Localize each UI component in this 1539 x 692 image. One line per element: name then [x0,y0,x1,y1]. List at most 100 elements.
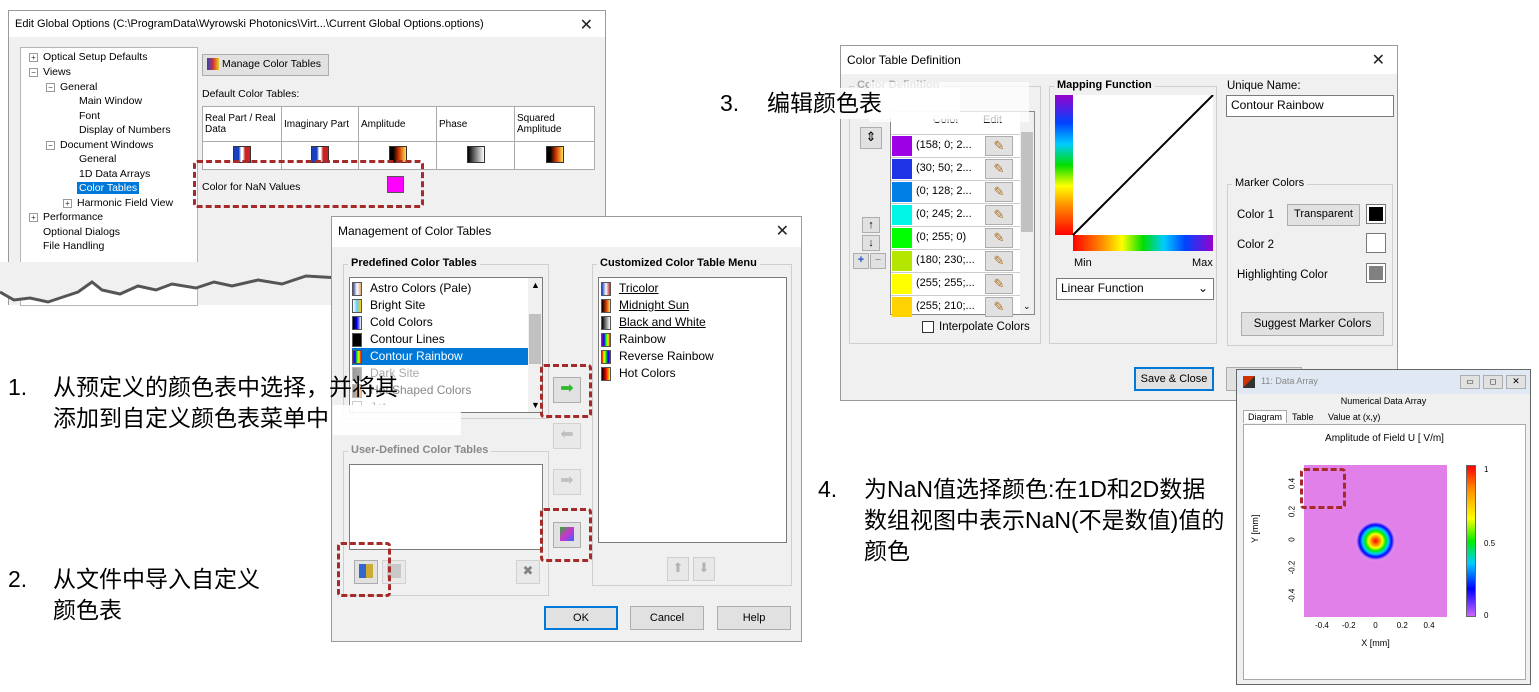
tree-item-main-window[interactable]: Main Window [79,95,142,107]
pencil-icon[interactable]: ✎ [985,205,1013,225]
black-white-swatch[interactable] [466,145,485,163]
list-item-selected[interactable]: Contour Rainbow [352,348,540,365]
color-row[interactable]: (0; 245; 2... ✎ [891,203,1021,226]
unique-name-label: Unique Name: [1227,80,1301,92]
list-item[interactable]: Midnight Sun [601,297,784,314]
minimize-button[interactable]: ▭ [1460,375,1480,389]
tree-item-dw-general[interactable]: General [79,153,116,165]
color-row[interactable]: (180; 230;... ✎ [891,249,1021,272]
move-row-up-button[interactable]: ↑ [862,217,880,233]
copy-to-menu-button[interactable]: ➡ [553,469,581,495]
suggest-marker-colors-button[interactable]: Suggest Marker Colors [1241,312,1384,336]
customized-list[interactable]: Tricolor Midnight Sun Black and White Ra… [598,277,787,543]
tab-value[interactable]: Value at (x,y) [1325,412,1383,422]
delete-button[interactable]: ✖ [516,560,540,584]
pencil-icon[interactable]: ✎ [985,274,1013,294]
user-defined-list[interactable] [349,464,543,550]
color-row[interactable]: (158; 0; 2... ✎ [891,134,1021,157]
expand-icon[interactable]: + [29,52,38,62]
list-item[interactable]: Astro Colors (Pale) [352,280,540,297]
chevron-down-icon[interactable]: ⌄ [1023,301,1031,312]
unique-name-input[interactable]: Contour Rainbow [1226,95,1394,117]
tree-item-views[interactable]: − Views [29,66,71,78]
list-item[interactable]: Tricolor [601,280,784,297]
ok-button[interactable]: OK [544,606,618,630]
collapse-icon[interactable]: − [46,140,55,150]
move-row-down-button[interactable]: ↓ [862,235,880,251]
close-icon[interactable]: ✕ [580,15,593,35]
color-row[interactable]: (255; 255;... ✎ [891,272,1021,295]
y-tick-label: 0.4 [1287,477,1297,490]
pencil-icon[interactable]: ✎ [985,182,1013,202]
scroll-down-icon[interactable]: ▼ [531,400,540,410]
tree-item-optional-dialogs[interactable]: Optional Dialogs [43,226,120,238]
tree-item-document-windows[interactable]: − Document Windows [46,139,153,151]
remove-from-menu-button[interactable]: ⬅ [553,423,581,449]
edit-button-highlight [540,508,592,562]
list-item[interactable]: Bright Site [352,297,540,314]
color-row[interactable]: (0; 255; 0) ✎ [891,226,1021,249]
interpolate-checkbox[interactable]: Interpolate Colors [922,321,1030,333]
color-row[interactable]: (0; 128; 2... ✎ [891,180,1021,203]
annotation-3-number: 3. [720,90,740,116]
color-row[interactable]: (255; 210;... ✎ [891,295,1021,318]
close-icon[interactable]: ✕ [1372,50,1385,70]
pencil-icon[interactable]: ✎ [985,159,1013,179]
list-item[interactable]: Rainbow [601,331,784,348]
color-value: (0; 255; 0) [916,231,967,243]
color-row[interactable]: (30; 50; 2... ✎ [891,157,1021,180]
color2-swatch[interactable] [1366,233,1386,253]
move-down-button[interactable]: ⬇ [693,557,715,581]
save-close-button[interactable]: Save & Close [1134,367,1214,391]
transparent-button[interactable]: Transparent [1287,204,1360,226]
scroll-up-icon[interactable]: ▲ [531,280,540,290]
arrow-left-icon: ⬅ [560,426,574,443]
tree-item-color-tables[interactable]: Color Tables [77,182,140,194]
list-item[interactable]: Reverse Rainbow [601,348,784,365]
color1-swatch[interactable] [1366,204,1386,224]
mapping-function-select[interactable]: Linear Function ⌄ [1056,278,1214,300]
move-up-button[interactable]: ⬆ [667,557,689,581]
col-real-part: Real Part / Real Data [202,106,282,142]
tab-table[interactable]: Table [1289,412,1317,422]
midnight-sun-swatch[interactable] [545,145,564,163]
expand-icon[interactable]: + [63,198,72,208]
list-item[interactable]: Cold Colors [352,314,540,331]
pencil-icon[interactable]: ✎ [985,136,1013,156]
close-button[interactable]: ✕ [1506,375,1526,389]
tree-item-optical-setup-defaults[interactable]: + Optical Setup Defaults [29,51,147,63]
tree-item-font[interactable]: Font [79,110,100,122]
scroll-thumb[interactable] [529,314,541,364]
maximize-button[interactable]: ◻ [1483,375,1503,389]
tree-item-display-of-numbers[interactable]: Display of Numbers [79,124,171,136]
close-icon[interactable]: ✕ [776,221,789,241]
list-item[interactable]: Black and White [601,314,784,331]
reverse-button[interactable]: ⇕ [860,127,882,149]
list-item[interactable]: Hot Colors [601,365,784,382]
collapse-icon[interactable]: − [29,67,38,77]
tree-item-harmonic-field-view[interactable]: + Harmonic Field View [63,197,173,209]
highlighting-swatch[interactable] [1366,263,1386,283]
remove-row-button[interactable]: − [870,253,886,269]
collapse-icon[interactable]: − [46,82,55,92]
add-row-button[interactable]: + [853,253,869,269]
tree-item-general[interactable]: − General [46,81,97,93]
pencil-icon[interactable]: ✎ [985,251,1013,271]
color1-label: Color 1 [1237,209,1275,221]
color-definition-group: Color Definition ⇕ ↑ ↓ + − Color Edit (1… [849,79,1041,344]
manage-color-tables-button[interactable]: Manage Color Tables [202,54,329,76]
scrollbar[interactable]: ⌄ [1020,112,1034,314]
marker-colors-group: Marker Colors Color 1 Transparent Color … [1227,177,1393,346]
checkbox-icon[interactable] [922,321,934,333]
pencil-icon[interactable]: ✎ [985,297,1013,317]
cancel-button[interactable]: Cancel [630,606,704,630]
list-item[interactable]: Contour Lines [352,331,540,348]
tree-item-1d-data-arrays[interactable]: 1D Data Arrays [79,168,150,180]
pencil-icon[interactable]: ✎ [985,228,1013,248]
tree-item-performance[interactable]: + Performance [29,211,103,223]
tree-item-file-handling[interactable]: File Handling [43,240,104,252]
help-button[interactable]: Help [717,606,791,630]
tab-diagram[interactable]: Diagram [1243,410,1288,423]
scroll-thumb[interactable] [1021,132,1033,232]
expand-icon[interactable]: + [29,212,38,222]
